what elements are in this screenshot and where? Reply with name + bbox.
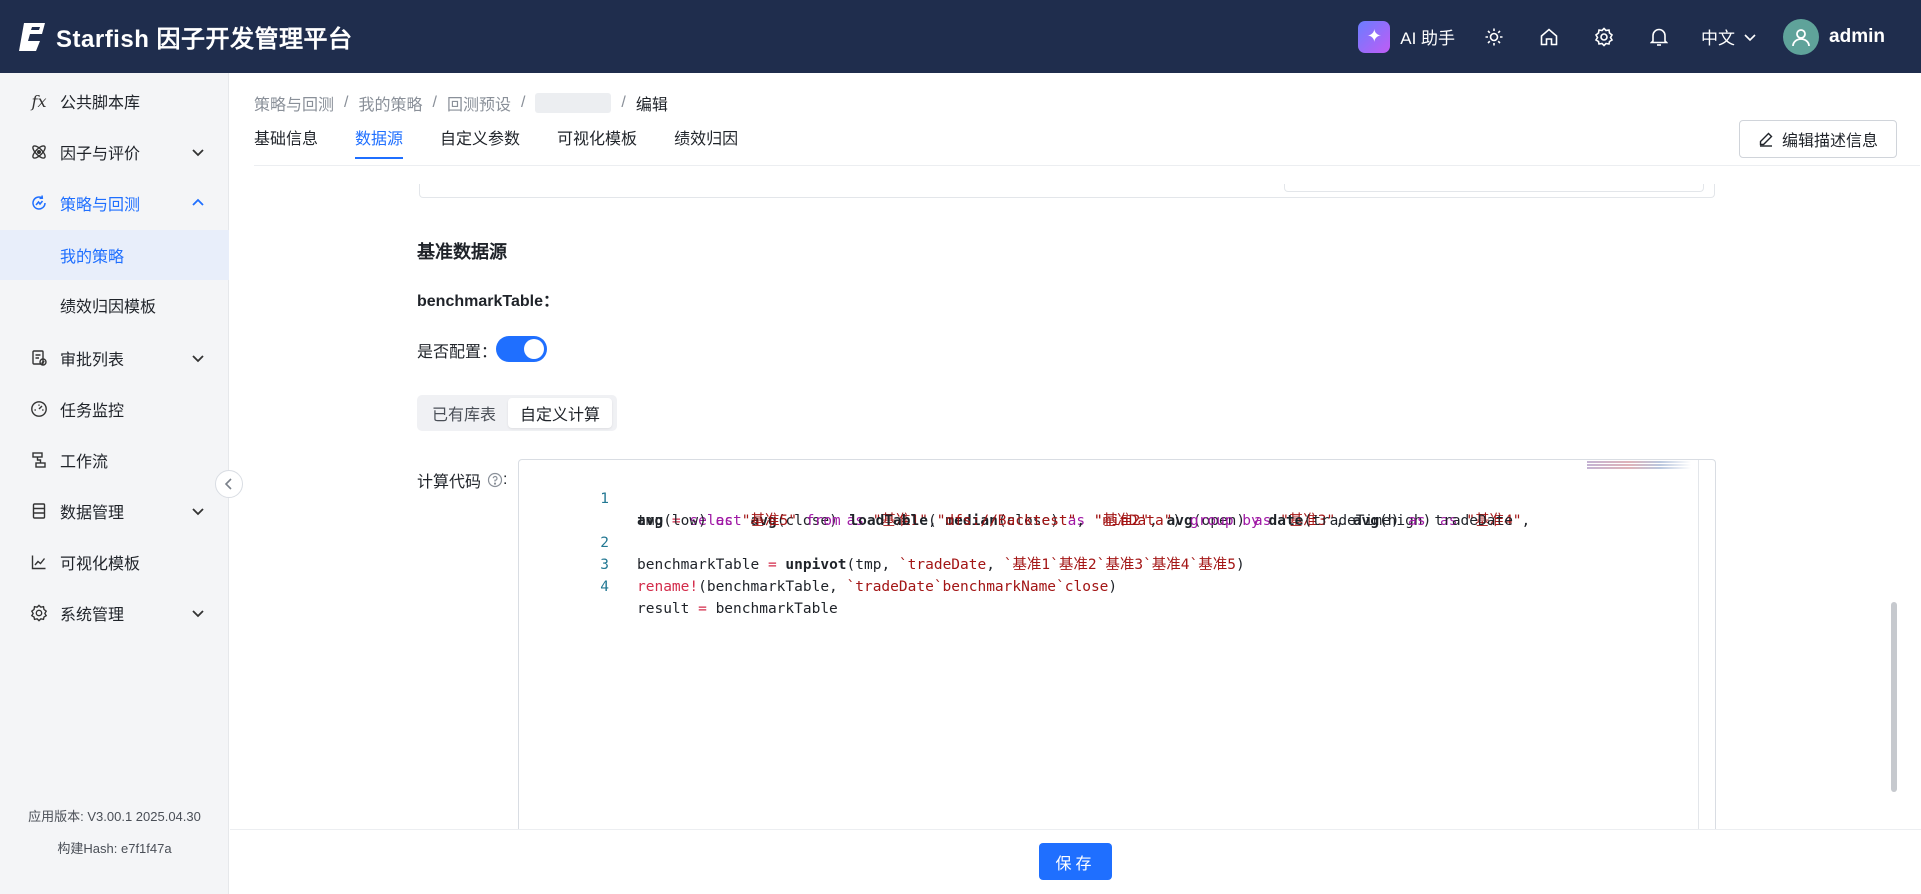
- language-selector[interactable]: 中文: [1701, 24, 1757, 49]
- app-version: 应用版本: V3.00.1 2025.04.30: [28, 809, 201, 824]
- segment-custom-calc[interactable]: 自定义计算: [508, 398, 613, 428]
- edit-description-button[interactable]: 编辑描述信息: [1739, 120, 1897, 158]
- code-editor[interactable]: 1 tmp = select avg(close) as "基准1", medi…: [518, 459, 1716, 876]
- tab-data-source[interactable]: 数据源: [355, 125, 404, 159]
- configure-toggle[interactable]: [496, 336, 547, 362]
- chevron-down-icon: [1744, 33, 1756, 41]
- username: admin: [1829, 25, 1885, 47]
- sidebar-item-system-management[interactable]: 系统管理: [0, 590, 229, 636]
- atom-icon: [28, 141, 50, 163]
- chevron-down-icon: [192, 610, 204, 618]
- sidebar-item-my-strategies[interactable]: 我的策略: [0, 230, 229, 280]
- sidebar-item-data-management[interactable]: 数据管理: [0, 488, 229, 534]
- approval-icon: [28, 347, 50, 369]
- chevron-left-icon: [224, 478, 232, 490]
- sidebar-item-workflow[interactable]: 工作流: [0, 437, 229, 483]
- home-icon[interactable]: [1536, 24, 1562, 50]
- code-line-4: 4 result = benchmarkTable: [519, 554, 838, 617]
- ai-assistant-label: AI 助手: [1400, 29, 1456, 48]
- tab-bar: 基础信息 数据源 自定义参数 可视化模板 绩效归因: [254, 125, 775, 159]
- dashboard-icon: [28, 398, 50, 420]
- toggle-knob: [524, 339, 544, 359]
- previous-card-edge: [419, 184, 1715, 198]
- help-circle-icon[interactable]: [487, 472, 503, 488]
- code-line-1: 1 tmp = select avg(close) as "基准1", medi…: [519, 466, 1530, 529]
- chevron-down-icon: [192, 355, 204, 363]
- editor-vertical-ruler: [1698, 460, 1699, 876]
- build-hash: 构建Hash: e7f1f47a: [57, 841, 172, 856]
- chevron-up-icon: [192, 198, 204, 206]
- tab-attribution[interactable]: 绩效归因: [674, 125, 738, 159]
- sidebar-item-approvals[interactable]: 审批列表: [0, 335, 229, 381]
- code-label-row: 计算代码 :: [417, 468, 507, 492]
- chevron-down-icon: [192, 508, 204, 516]
- sidebar-item-public-scripts[interactable]: fx 公共脚本库: [0, 78, 229, 124]
- tab-visual-template[interactable]: 可视化模板: [557, 125, 637, 159]
- database-icon: [28, 500, 50, 522]
- edit-description-label: 编辑描述信息: [1781, 133, 1878, 150]
- tab-basic-info[interactable]: 基础信息: [254, 125, 318, 159]
- breadcrumb: 策略与回测 / 我的策略 / 回测预设 / / 编辑: [254, 91, 668, 115]
- user-menu[interactable]: admin: [1783, 18, 1885, 55]
- configure-label: 是否配置：: [417, 344, 498, 361]
- bell-icon[interactable]: [1646, 24, 1672, 50]
- app-title: Starfish 因子开发管理平台: [56, 26, 353, 53]
- breadcrumb-current: 编辑: [635, 97, 668, 114]
- avatar: [1783, 18, 1820, 55]
- breadcrumb-strategy[interactable]: 策略与回测: [254, 91, 334, 115]
- language-label: 中文: [1701, 29, 1736, 48]
- editor-minimap[interactable]: [1587, 460, 1691, 470]
- chevron-down-icon: [192, 149, 204, 157]
- top-header: Starfish 因子开发管理平台 ✦ AI 助手 中文 admin: [0, 0, 1921, 73]
- tab-custom-params[interactable]: 自定义参数: [440, 125, 520, 159]
- line-number: 4: [600, 579, 609, 595]
- page-scrollbar-thumb[interactable]: [1891, 602, 1897, 792]
- gear-icon: [28, 602, 50, 624]
- ai-assistant-button[interactable]: ✦ AI 助手: [1358, 20, 1456, 53]
- sidebar-item-task-monitor[interactable]: 任务监控: [0, 386, 229, 432]
- chart-icon: [28, 551, 50, 573]
- breadcrumb-backtest-presets[interactable]: 回测预设: [447, 91, 511, 115]
- theme-toggle-sun-icon[interactable]: [1481, 24, 1507, 50]
- code-line-2: 2 benchmarkTable = unpivot(tmp, `tradeDa…: [519, 510, 1244, 573]
- code-text: result = benchmarkTable: [637, 601, 838, 617]
- fx-icon: fx: [31, 91, 47, 111]
- settings-gear-icon[interactable]: [1591, 24, 1617, 50]
- starfish-logo-icon: [19, 22, 45, 51]
- code-text: avg(low) as "基准5" from loadTable("dfs://…: [637, 513, 1513, 529]
- section-title: 基准数据源: [417, 242, 507, 262]
- code-line-1-wrap: avg(low) as "基准5" from loadTable("dfs://…: [519, 488, 1513, 529]
- sidebar-collapse-button[interactable]: [215, 470, 243, 498]
- sidebar: fx 公共脚本库 因子与评价 策略与回测 我的策略 绩效归因模板 审批列表 任务…: [0, 73, 229, 894]
- code-text: rename!(benchmarkTable, `tradeDate`bench…: [637, 579, 1118, 595]
- sidebar-item-strategy[interactable]: 策略与回测: [0, 180, 229, 226]
- tabs-divider: [254, 165, 1920, 166]
- workflow-icon: [28, 449, 50, 471]
- sidebar-item-visual-templates[interactable]: 可视化模板: [0, 539, 229, 585]
- user-icon: [1792, 28, 1810, 46]
- main-content: 策略与回测 / 我的策略 / 回测预设 / / 编辑 基础信息 数据源 自定义参…: [230, 73, 1921, 894]
- segment-existing-table[interactable]: 已有库表: [420, 398, 508, 428]
- code-text: benchmarkTable = unpivot(tmp, `tradeDate…: [637, 557, 1245, 573]
- sidebar-item-factors[interactable]: 因子与评价: [0, 129, 229, 175]
- code-label: 计算代码: [417, 474, 482, 491]
- edit-pen-icon: [1759, 132, 1773, 147]
- breadcrumb-redacted-name[interactable]: [535, 93, 612, 113]
- brand[interactable]: Starfish 因子开发管理平台: [18, 19, 353, 54]
- strategy-icon: [28, 192, 50, 214]
- source-type-segmented: 已有库表 自定义计算: [417, 395, 617, 431]
- benchmark-table-label: benchmarkTable：: [417, 293, 559, 310]
- breadcrumb-my-strategies[interactable]: 我的策略: [358, 91, 422, 115]
- sidebar-item-attribution-templates[interactable]: 绩效归因模板: [0, 280, 229, 330]
- save-button[interactable]: 保存: [1039, 843, 1112, 880]
- code-line-3: 3 rename!(benchmarkTable, `tradeDate`ben…: [519, 532, 1117, 595]
- sparkle-icon: ✦: [1358, 20, 1391, 53]
